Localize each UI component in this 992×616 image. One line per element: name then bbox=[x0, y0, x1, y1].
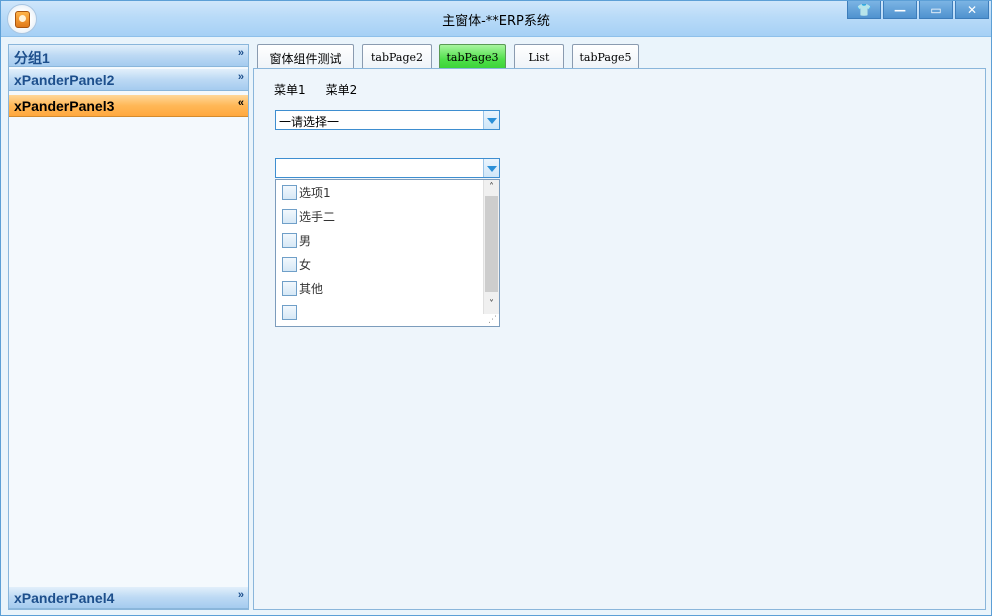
list-item[interactable]: 选手二 bbox=[282, 207, 335, 225]
window-controls: 👕 — ▭ ✕ bbox=[845, 1, 989, 19]
checklist-dropdown: 选项1 选手二 男 女 其他 ˄ ˅ ⋰ bbox=[275, 179, 500, 327]
list-item[interactable]: 选项1 bbox=[282, 183, 331, 201]
combobox-value: 一请选择一 bbox=[279, 115, 340, 129]
menu-bar: 菜单1 菜单2 bbox=[274, 81, 377, 98]
maximize-icon[interactable]: ▭ bbox=[919, 1, 953, 19]
resize-grip-icon[interactable]: ⋰ bbox=[488, 315, 497, 325]
vertical-scrollbar[interactable]: ˄ ˅ bbox=[483, 180, 499, 314]
tab-page2[interactable]: tabPage2 bbox=[362, 44, 432, 69]
skin-icon[interactable]: 👕 bbox=[847, 1, 881, 19]
expander-panel-label: xPanderPanel4 bbox=[14, 590, 115, 606]
tab-page-content: 菜单1 菜单2 一请选择一 选项1 选手二 男 女 其他 ˄ ˅ ⋰ bbox=[253, 68, 986, 610]
tab-form-components[interactable]: 窗体组件测试 bbox=[257, 44, 354, 69]
scroll-thumb[interactable] bbox=[485, 196, 498, 292]
checkbox[interactable] bbox=[282, 256, 297, 272]
checklist-combobox[interactable] bbox=[275, 158, 500, 178]
expander-panel-label: xPanderPanel2 bbox=[14, 72, 115, 88]
chevron-down-icon[interactable]: » bbox=[238, 589, 244, 601]
list-item-label: 男 bbox=[299, 233, 312, 248]
dropdown-arrow-icon[interactable] bbox=[483, 111, 499, 129]
menu-item-2[interactable]: 菜单2 bbox=[326, 81, 358, 98]
list-item-label: 选项1 bbox=[299, 185, 331, 200]
main-window: 主窗体-**ERP系统 👕 — ▭ ✕ 分组1 » xPanderPanel2 … bbox=[0, 0, 992, 616]
list-item-label: 其他 bbox=[299, 281, 324, 296]
chevron-down-icon[interactable]: » bbox=[238, 47, 244, 59]
select-combobox[interactable]: 一请选择一 bbox=[275, 110, 500, 130]
list-item[interactable] bbox=[282, 303, 299, 321]
checkbox[interactable] bbox=[282, 232, 297, 248]
checkbox[interactable] bbox=[282, 184, 297, 200]
expander-panel-group1[interactable]: 分组1 » bbox=[9, 45, 248, 67]
tab-list[interactable]: List bbox=[514, 44, 564, 69]
chevron-up-icon[interactable]: « bbox=[238, 97, 244, 109]
list-item[interactable]: 其他 bbox=[282, 279, 323, 297]
expander-panel-label: xPanderPanel3 bbox=[14, 98, 115, 114]
list-item[interactable]: 女 bbox=[282, 255, 311, 273]
expander-panel-2[interactable]: xPanderPanel2 » bbox=[9, 69, 248, 91]
expander-sidebar: 分组1 » xPanderPanel2 » xPanderPanel3 « xP… bbox=[8, 44, 249, 610]
expander-panel-label: 分组1 bbox=[14, 50, 50, 66]
window-title: 主窗体-**ERP系统 bbox=[442, 14, 550, 29]
list-item-label: 女 bbox=[299, 257, 312, 272]
expander-panel-3[interactable]: xPanderPanel3 « bbox=[9, 95, 248, 117]
checkbox[interactable] bbox=[282, 280, 297, 296]
tab-page5[interactable]: tabPage5 bbox=[572, 44, 639, 69]
tab-page3[interactable]: tabPage3 bbox=[439, 44, 506, 69]
menu-item-1[interactable]: 菜单1 bbox=[274, 81, 306, 98]
title-bar[interactable]: 主窗体-**ERP系统 👕 — ▭ ✕ bbox=[1, 1, 991, 37]
chevron-down-icon[interactable]: » bbox=[238, 71, 244, 83]
close-icon[interactable]: ✕ bbox=[955, 1, 989, 19]
dropdown-arrow-icon[interactable] bbox=[483, 159, 499, 177]
scroll-down-icon[interactable]: ˅ bbox=[484, 297, 499, 313]
checkbox[interactable] bbox=[282, 304, 297, 320]
scroll-up-icon[interactable]: ˄ bbox=[484, 180, 499, 196]
checkbox[interactable] bbox=[282, 208, 297, 224]
expander-panel-4[interactable]: xPanderPanel4 » bbox=[9, 587, 248, 609]
list-item[interactable]: 男 bbox=[282, 231, 311, 249]
minimize-icon[interactable]: — bbox=[883, 1, 917, 19]
list-item-label: 选手二 bbox=[299, 209, 336, 224]
